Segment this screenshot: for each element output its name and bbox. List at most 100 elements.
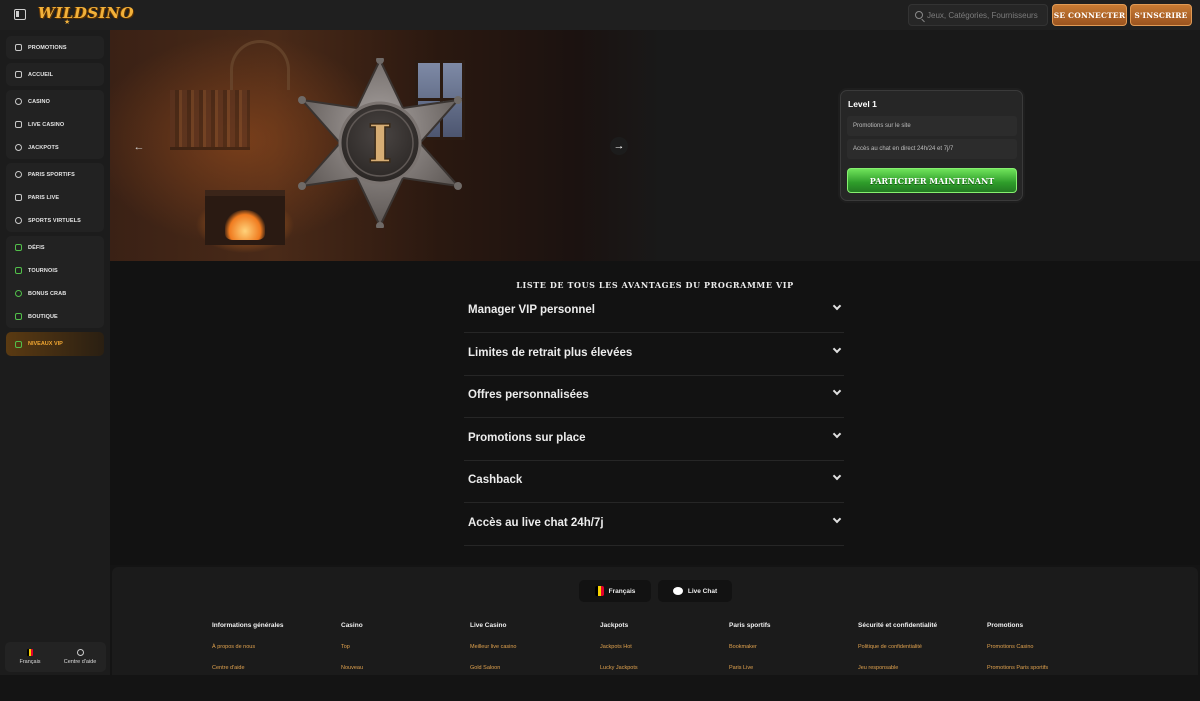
gift-icon xyxy=(15,44,22,51)
accordion-label: Offres personnalisées xyxy=(468,389,589,401)
language-selector[interactable]: Français xyxy=(5,642,55,672)
sidebar-item-casino[interactable]: CASINO xyxy=(6,90,104,113)
accordion-item[interactable]: Cashback xyxy=(464,461,844,503)
level-card: Level 1 Promotions sur le site Accès au … xyxy=(840,90,1023,201)
sidebar-group-sports: PARIS SPORTIFS PARIS LIVE SPORTS VIRTUEL… xyxy=(6,163,104,232)
footer-column-title: Informations générales xyxy=(212,622,284,629)
accordion-label: Manager VIP personnel xyxy=(468,304,595,316)
footer-link[interactable]: Promotions Paris sportifs xyxy=(987,665,1048,671)
footer-link[interactable]: Paris Live xyxy=(729,665,771,671)
footer-link[interactable]: Lucky Jackpots xyxy=(600,665,638,671)
sidebar-item-sports-betting[interactable]: PARIS SPORTIFS xyxy=(6,163,104,186)
footer-column-casino: Casino Top Nouveau xyxy=(341,622,363,686)
chevron-down-icon[interactable] xyxy=(832,429,842,439)
chevron-down-icon[interactable] xyxy=(832,514,842,524)
sidebar-item-virtual-sports[interactable]: SPORTS VIRTUELS xyxy=(6,209,104,232)
sidebar-group-extras: DÉFIS TOURNOIS BONUS CRAB BOUTIQUE xyxy=(6,236,104,328)
signup-button[interactable]: S'INSCRIRE xyxy=(1130,4,1192,26)
help-center-link[interactable]: Centre d'aide xyxy=(55,642,105,672)
crab-icon xyxy=(15,290,22,297)
sidebar-item-live-betting[interactable]: PARIS LIVE xyxy=(6,186,104,209)
sidebar-item-label: PROMOTIONS xyxy=(28,44,67,51)
sidebar-item-label: BONUS CRAB xyxy=(28,290,67,297)
footer-language-button[interactable]: Français xyxy=(579,580,651,602)
wildsino-logo[interactable]: WILDSINO xyxy=(38,4,134,22)
chevron-down-icon[interactable] xyxy=(832,471,842,481)
sidebar-item-promotions[interactable]: PROMOTIONS xyxy=(6,36,104,59)
footer-column-live-casino: Live Casino Meilleur live casino Gold Sa… xyxy=(470,622,516,686)
footer-link[interactable]: Jeu responsable xyxy=(858,665,937,671)
sidebar-item-vip-levels[interactable]: NIVEAUX VIP xyxy=(6,332,104,356)
participate-now-button[interactable]: PARTICIPER MAINTENANT xyxy=(847,168,1017,193)
footer-column-title: Paris sportifs xyxy=(729,622,771,629)
footer-link[interactable]: Jackpots Hot xyxy=(600,644,638,650)
vip-benefits-title: LISTE DE TOUS LES AVANTAGES DU PROGRAMME… xyxy=(516,280,794,290)
footer-link[interactable]: Nouveau xyxy=(341,665,363,671)
accordion-item[interactable]: Manager VIP personnel xyxy=(464,291,844,333)
sidebar-item-label: LIVE CASINO xyxy=(28,121,65,128)
accordion-item[interactable]: Promotions sur place xyxy=(464,419,844,461)
badge-numeral: I xyxy=(368,114,392,175)
footer-link[interactable]: Meilleur live casino xyxy=(470,644,516,650)
sidebar-item-label: DÉFIS xyxy=(28,244,45,251)
level-benefit-row: Accès au chat en direct 24h/24 et 7j/7 xyxy=(847,139,1017,159)
chevron-down-icon[interactable] xyxy=(832,386,842,396)
footer-link[interactable]: Centre d'aide xyxy=(212,665,284,671)
chevron-down-icon[interactable] xyxy=(832,301,842,311)
accordion-item[interactable]: Accès au live chat 24h/7j xyxy=(464,504,844,546)
sidebar-item-label: CASINO xyxy=(28,98,50,105)
sidebar: PROMOTIONS ACCUEIL CASINO LIVE CASINO JA… xyxy=(0,30,110,675)
accordion-item[interactable]: Limites de retrait plus élevées xyxy=(464,334,844,376)
footer-link[interactable]: Bookmaker xyxy=(729,644,771,650)
sidebar-group-casino: CASINO LIVE CASINO JACKPOTS xyxy=(6,90,104,159)
footer-column-title: Live Casino xyxy=(470,622,507,629)
language-label: Français xyxy=(19,659,41,665)
sidebar-item-home[interactable]: ACCUEIL xyxy=(6,63,104,86)
sidebar-item-jackpots[interactable]: JACKPOTS xyxy=(6,136,104,159)
level-benefit-row: Promotions sur le site xyxy=(847,116,1017,136)
footer-column-title: Sécurité et confidentialité xyxy=(858,622,938,629)
sidebar-toggle-icon[interactable] xyxy=(14,9,26,20)
bookshelf-illustration xyxy=(170,90,250,150)
footer-column-general: Informations générales À propos de nous … xyxy=(212,622,284,686)
vip-crown-icon xyxy=(15,340,22,348)
footer-language-label: Français xyxy=(608,587,636,595)
footer-link[interactable]: Promotions Casino xyxy=(987,644,1048,650)
sidebar-group-home: ACCUEIL xyxy=(6,63,104,86)
deer-antler-illustration xyxy=(230,40,290,90)
carousel-next-arrow-icon[interactable]: → xyxy=(610,137,628,155)
footer-link[interactable]: Politique de confidentialité xyxy=(858,644,937,650)
sidebar-item-tournaments[interactable]: TOURNOIS xyxy=(6,259,104,282)
western-cabin-illustration: I xyxy=(110,30,660,261)
footer-link[interactable]: Top xyxy=(341,644,363,650)
sheriff-star-badge-icon: I xyxy=(298,58,462,228)
sidebar-item-live-casino[interactable]: LIVE CASINO xyxy=(6,113,104,136)
sidebar-item-challenges[interactable]: DÉFIS xyxy=(6,236,104,259)
footer-link[interactable]: À propos de nous xyxy=(212,644,284,650)
belgium-flag-icon xyxy=(594,586,604,596)
chevron-down-icon[interactable] xyxy=(832,344,842,354)
sidebar-item-label: NIVEAUX VIP xyxy=(28,341,63,347)
sidebar-item-label: ACCUEIL xyxy=(28,71,54,78)
search-box[interactable] xyxy=(908,4,1048,26)
top-header: WILDSINO ★ SE CONNECTER S'INSCRIRE xyxy=(0,0,1200,30)
belgium-flag-icon xyxy=(27,649,33,656)
sidebar-group-promotions: PROMOTIONS xyxy=(6,36,104,59)
live-icon xyxy=(15,194,22,201)
carousel-prev-arrow-icon[interactable]: ← xyxy=(132,140,146,154)
accordion-item[interactable]: Offres personnalisées xyxy=(464,376,844,418)
footer-column-title: Jackpots xyxy=(600,622,629,629)
fire-illustration xyxy=(225,210,265,240)
footer-link[interactable]: Gold Saloon xyxy=(470,665,516,671)
sidebar-item-shop[interactable]: BOUTIQUE xyxy=(6,305,104,328)
trophy-icon xyxy=(15,267,22,274)
login-button[interactable]: SE CONNECTER xyxy=(1052,4,1127,26)
accordion-label: Limites de retrait plus élevées xyxy=(468,347,633,359)
sidebar-item-label: BOUTIQUE xyxy=(28,313,58,320)
footer-live-chat-button[interactable]: Live Chat xyxy=(658,580,732,602)
target-icon xyxy=(15,244,22,251)
sidebar-item-bonus-crab[interactable]: BONUS CRAB xyxy=(6,282,104,305)
footer-live-chat-label: Live Chat xyxy=(687,587,718,595)
search-input[interactable] xyxy=(927,10,1047,20)
sidebar-bottom: Français Centre d'aide xyxy=(5,642,106,701)
